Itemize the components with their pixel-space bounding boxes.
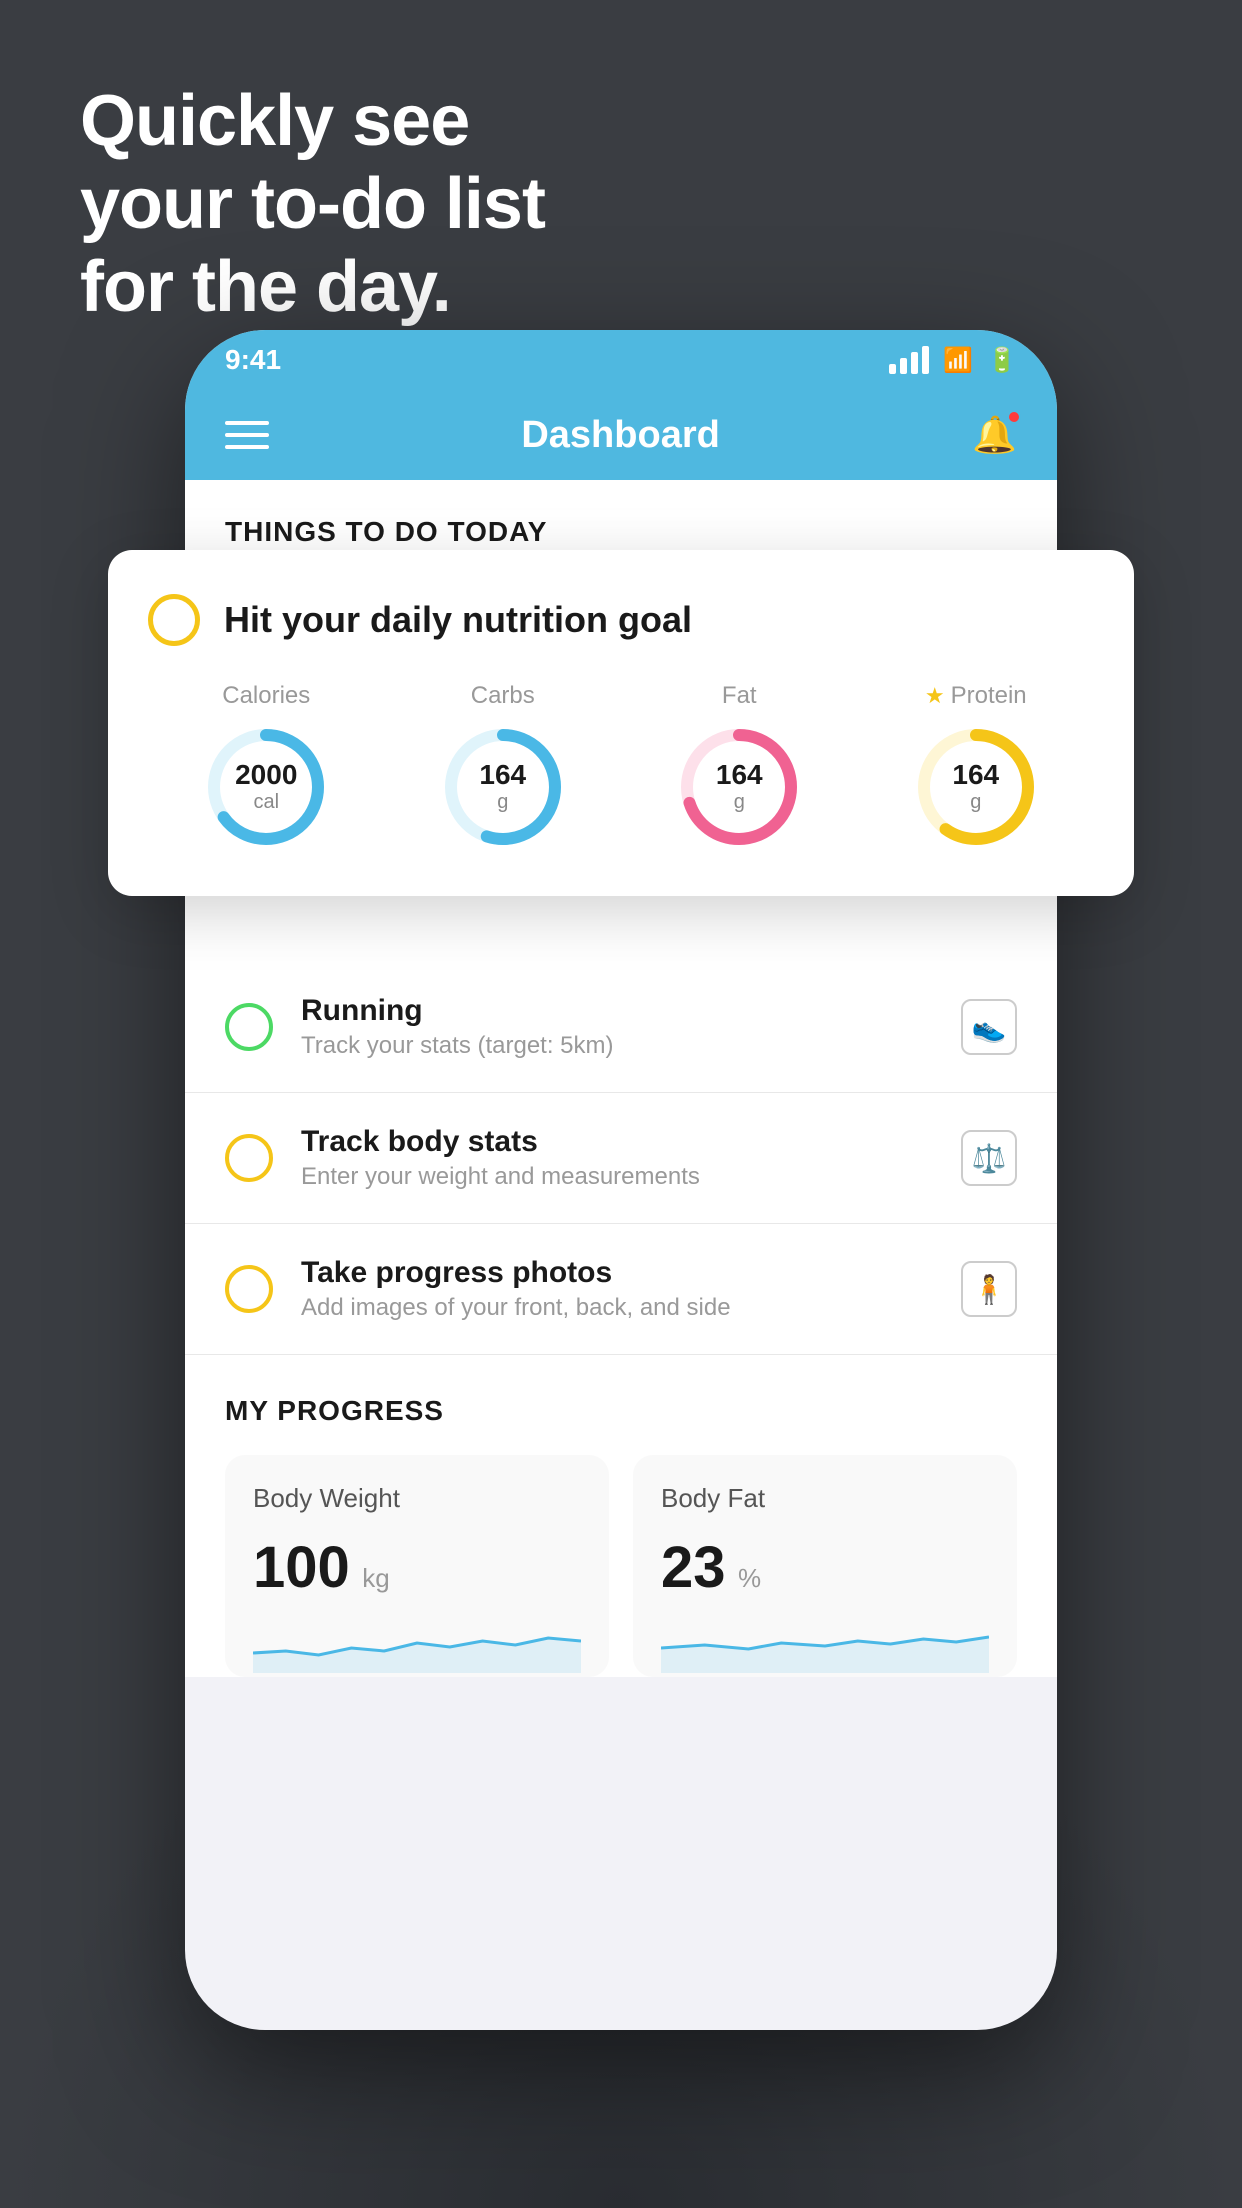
todo-list: Running Track your stats (target: 5km) 👟… xyxy=(185,962,1057,1355)
notification-dot xyxy=(1007,410,1021,424)
battery-icon: 🔋 xyxy=(987,346,1017,375)
todo-check-photos[interactable] xyxy=(225,1265,273,1313)
todo-item-body-stats[interactable]: Track body stats Enter your weight and m… xyxy=(185,1093,1057,1224)
nutrition-card-title: Hit your daily nutrition goal xyxy=(224,599,692,641)
todo-subtitle-body-stats: Enter your weight and measurements xyxy=(301,1163,933,1191)
nutrition-carbs: Carbs 164 g xyxy=(438,682,568,852)
body-weight-unit: kg xyxy=(362,1563,389,1593)
nutrition-card: Hit your daily nutrition goal Calories 2… xyxy=(108,550,1134,896)
protein-donut: 164 g xyxy=(911,722,1041,852)
todo-subtitle-running: Track your stats (target: 5km) xyxy=(301,1032,933,1060)
todo-text-body-stats: Track body stats Enter your weight and m… xyxy=(301,1125,933,1191)
progress-section-header: MY PROGRESS xyxy=(225,1395,1017,1427)
fat-value: 164 xyxy=(716,760,763,791)
nutrition-protein: ★ Protein 164 g xyxy=(911,682,1041,852)
wifi-icon: 📶 xyxy=(943,346,973,375)
hero-line2: your to-do list xyxy=(80,163,545,246)
nutrition-check-circle[interactable] xyxy=(148,594,200,646)
card-title-row: Hit your daily nutrition goal xyxy=(148,594,1094,646)
nutrition-row: Calories 2000 cal Carbs xyxy=(148,682,1094,852)
todo-title-body-stats: Track body stats xyxy=(301,1125,933,1159)
running-icon: 👟 xyxy=(961,999,1017,1055)
notification-bell-button[interactable]: 🔔 xyxy=(972,414,1017,456)
body-fat-card[interactable]: Body Fat 23 % xyxy=(633,1455,1017,1677)
body-weight-value: 100 kg xyxy=(253,1534,581,1601)
protein-label: ★ Protein xyxy=(925,682,1027,710)
status-time: 9:41 xyxy=(225,344,889,376)
hero-line3: for the day. xyxy=(80,246,545,329)
calories-label: Calories xyxy=(222,682,310,710)
status-icons: 📶 🔋 xyxy=(889,346,1017,375)
hero-text: Quickly see your to-do list for the day. xyxy=(80,80,545,328)
protein-value: 164 xyxy=(952,760,999,791)
todo-check-body-stats[interactable] xyxy=(225,1134,273,1182)
body-fat-number: 23 xyxy=(661,1535,726,1600)
hero-line1: Quickly see xyxy=(80,80,545,163)
todo-title-running: Running xyxy=(301,994,933,1028)
carbs-value: 164 xyxy=(479,760,526,791)
menu-button[interactable] xyxy=(225,421,269,449)
fat-donut: 164 g xyxy=(674,722,804,852)
nav-bar: Dashboard 🔔 xyxy=(185,390,1057,480)
body-weight-card[interactable]: Body Weight 100 kg xyxy=(225,1455,609,1677)
body-fat-value: 23 % xyxy=(661,1534,989,1601)
todo-subtitle-photos: Add images of your front, back, and side xyxy=(301,1294,933,1322)
todo-item-running[interactable]: Running Track your stats (target: 5km) 👟 xyxy=(185,962,1057,1093)
calories-donut: 2000 cal xyxy=(201,722,331,852)
nutrition-fat: Fat 164 g xyxy=(674,682,804,852)
nav-title: Dashboard xyxy=(521,414,719,457)
body-fat-unit: % xyxy=(738,1563,761,1593)
scale-icon: ⚖️ xyxy=(961,1130,1017,1186)
carbs-label: Carbs xyxy=(471,682,535,710)
carbs-donut: 164 g xyxy=(438,722,568,852)
todo-item-photos[interactable]: Take progress photos Add images of your … xyxy=(185,1224,1057,1355)
todo-text-running: Running Track your stats (target: 5km) xyxy=(301,994,933,1060)
carbs-unit: g xyxy=(479,791,526,814)
progress-section: MY PROGRESS Body Weight 100 kg xyxy=(185,1355,1057,1677)
person-icon: 🧍 xyxy=(961,1261,1017,1317)
calories-unit: cal xyxy=(235,791,297,814)
protein-star-icon: ★ xyxy=(925,683,945,709)
body-fat-chart xyxy=(661,1617,989,1677)
status-bar: 9:41 📶 🔋 xyxy=(185,330,1057,390)
todo-text-photos: Take progress photos Add images of your … xyxy=(301,1256,933,1322)
body-weight-chart xyxy=(253,1617,581,1677)
protein-unit: g xyxy=(952,791,999,814)
signal-icon xyxy=(889,346,929,374)
todo-check-running[interactable] xyxy=(225,1003,273,1051)
progress-cards: Body Weight 100 kg Body Fat xyxy=(225,1455,1017,1677)
nutrition-calories: Calories 2000 cal xyxy=(201,682,331,852)
body-weight-title: Body Weight xyxy=(253,1483,581,1514)
body-weight-number: 100 xyxy=(253,1535,350,1600)
body-fat-title: Body Fat xyxy=(661,1483,989,1514)
todo-title-photos: Take progress photos xyxy=(301,1256,933,1290)
calories-value: 2000 xyxy=(235,760,297,791)
fat-label: Fat xyxy=(722,682,757,710)
fat-unit: g xyxy=(716,791,763,814)
